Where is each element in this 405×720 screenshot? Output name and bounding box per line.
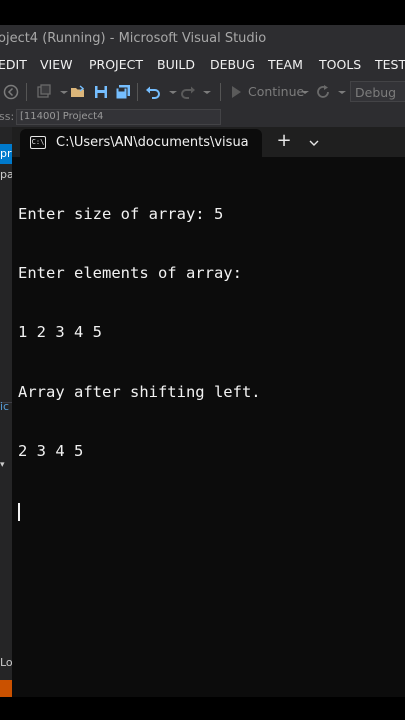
menu-project[interactable]: PROJECT <box>89 53 143 77</box>
new-tab-button[interactable]: + <box>274 127 294 157</box>
console-line: Array after shifting left. <box>18 382 261 401</box>
debug-location-toolbar: ss: [11400] Project4 <box>0 107 405 127</box>
play-icon[interactable] <box>228 84 244 100</box>
video-frame: oject4 (Running) - Microsoft Visual Stud… <box>0 0 405 720</box>
dropdown-arrow-icon[interactable] <box>334 84 350 100</box>
console-line: 1 2 3 4 5 <box>18 323 102 342</box>
console-window[interactable]: C:\ C:\Users\AN\documents\visua + Enter … <box>12 127 405 697</box>
dropdown-arrow-icon[interactable] <box>165 84 181 100</box>
side-panel-arrow-icon[interactable]: ▾ <box>0 460 12 470</box>
vs-side-panel: pr pal ic ▾ Lo <box>0 127 12 697</box>
letterbox-bottom <box>0 697 405 720</box>
menu-test[interactable]: TEST <box>375 53 405 77</box>
console-tab-title: C:\Users\AN\documents\visua <box>56 135 249 150</box>
toolbar-separator <box>137 83 138 101</box>
letterbox-top <box>0 0 405 25</box>
menu-build[interactable]: BUILD <box>157 53 195 77</box>
console-output[interactable]: Enter size of array: 5 Enter elements of… <box>18 165 398 560</box>
menu-edit[interactable]: EDIT <box>0 53 27 77</box>
navigate-back-icon[interactable] <box>3 84 19 100</box>
terminal-icon: C:\ <box>30 136 46 149</box>
refresh-icon[interactable] <box>315 84 331 100</box>
vs-menu-bar: EDIT VIEW PROJECT BUILD DEBUG TEAM TOOLS… <box>0 53 405 77</box>
console-line: Enter elements of array: <box>18 263 242 282</box>
console-tab-bar: C:\ C:\Users\AN\documents\visua + <box>12 127 405 157</box>
menu-tools[interactable]: TOOLS <box>319 53 361 77</box>
console-tab[interactable]: C:\ C:\Users\AN\documents\visua <box>20 129 262 157</box>
open-folder-icon[interactable] <box>70 84 86 100</box>
menu-view[interactable]: VIEW <box>40 53 73 77</box>
dropdown-arrow-icon[interactable] <box>297 84 313 100</box>
side-panel-text: pal <box>0 168 12 181</box>
toolbar-separator <box>220 83 221 101</box>
vs-toolbar: Continue Debug <box>0 77 405 107</box>
menu-team[interactable]: TEAM <box>268 53 303 77</box>
menu-debug[interactable]: DEBUG <box>210 53 255 77</box>
side-panel-tab[interactable]: pr <box>0 144 12 164</box>
process-dropdown[interactable]: [11400] Project4 <box>16 109 221 125</box>
vs-window-title: oject4 (Running) - Microsoft Visual Stud… <box>0 31 267 46</box>
save-icon[interactable] <box>93 84 109 100</box>
save-all-icon[interactable] <box>115 84 131 100</box>
undo-icon[interactable] <box>145 84 161 100</box>
continue-label[interactable]: Continue <box>248 77 304 107</box>
dropdown-arrow-icon[interactable] <box>199 84 215 100</box>
console-line: 2 3 4 5 <box>18 442 84 461</box>
vs-title-bar: oject4 (Running) - Microsoft Visual Stud… <box>0 25 405 53</box>
solution-config-icon[interactable] <box>36 84 52 100</box>
side-panel-text: Lo <box>0 656 12 669</box>
vs-status-bar <box>0 680 12 697</box>
text-cursor <box>18 502 20 521</box>
configuration-value: Debug <box>355 85 397 100</box>
process-value: [11400] Project4 <box>20 111 104 122</box>
redo-icon[interactable] <box>180 84 196 100</box>
side-panel-text: ic <box>0 400 10 413</box>
process-label: ss: <box>0 110 15 123</box>
toolbar-separator <box>26 83 27 101</box>
chevron-down-icon <box>309 140 319 146</box>
console-line: Enter size of array: 5 <box>18 204 224 223</box>
solution-configuration-dropdown[interactable]: Debug <box>350 81 405 102</box>
tab-dropdown-button[interactable] <box>304 127 324 157</box>
